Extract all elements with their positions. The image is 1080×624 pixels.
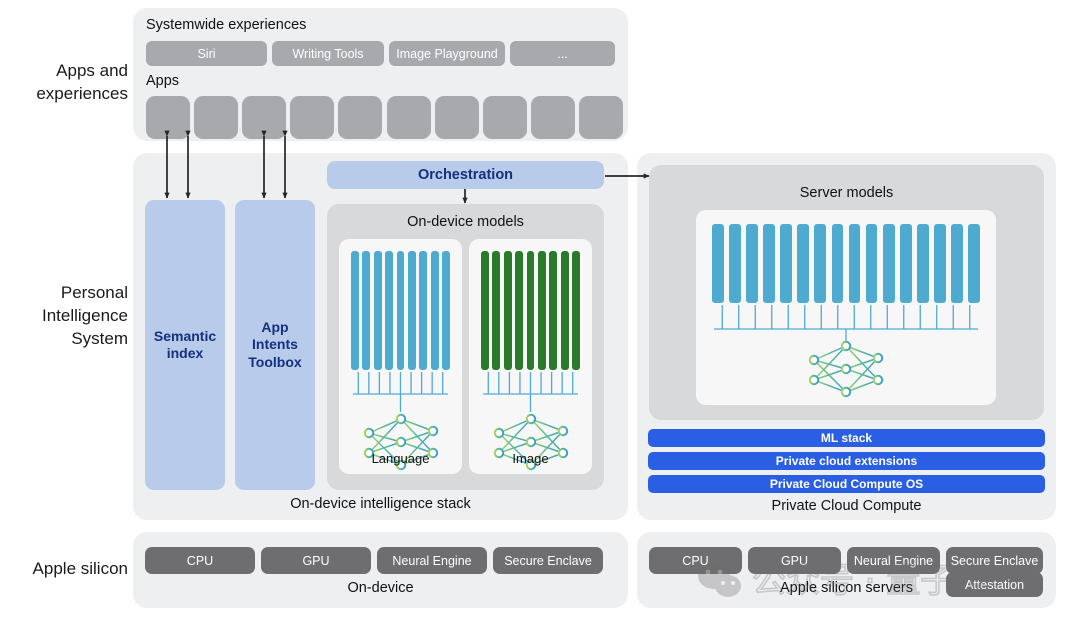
app-icon[interactable] bbox=[482, 96, 527, 139]
model-bar bbox=[797, 224, 810, 303]
systemwide-experiences-title: Systemwide experiences bbox=[146, 17, 307, 33]
semantic-index-column[interactable]: Semantic index bbox=[145, 200, 225, 490]
apps-title: Apps bbox=[146, 73, 180, 89]
personal-intelligence-panel: Semantic index App Intents Toolbox Orche… bbox=[133, 153, 628, 520]
private-cloud-compute-panel: Server models ML stack Private cloud ext… bbox=[637, 153, 1056, 520]
diagram-root: Apps and experiences Personal Intelligen… bbox=[0, 0, 1080, 624]
orchestration-bar[interactable]: Orchestration bbox=[327, 161, 604, 189]
row-label-silicon: Apple silicon bbox=[32, 559, 128, 578]
model-bar bbox=[430, 251, 439, 370]
on-device-models-title: On-device models bbox=[407, 214, 524, 230]
model-bar bbox=[526, 251, 535, 370]
model-bar bbox=[712, 224, 724, 303]
model-bar bbox=[934, 224, 946, 303]
app-icon[interactable] bbox=[434, 96, 479, 139]
model-bar bbox=[503, 251, 512, 370]
apple-silicon-servers-caption: Apple silicon servers bbox=[780, 580, 913, 596]
app-icon[interactable] bbox=[338, 96, 383, 139]
model-bar bbox=[882, 224, 895, 303]
on-device-stack-caption: On-device intelligence stack bbox=[290, 496, 471, 512]
silicon-pill-gpu[interactable]: GPU bbox=[261, 547, 371, 574]
ml-stack-bar[interactable]: ML stack bbox=[648, 429, 1045, 447]
systemwide-item-more[interactable]: ... bbox=[510, 41, 615, 66]
row-label-apps: Apps and experiences bbox=[36, 61, 128, 103]
private-cloud-compute-os-bar[interactable]: Private Cloud Compute OS bbox=[648, 475, 1045, 493]
server-model-card[interactable] bbox=[696, 210, 996, 405]
model-bar bbox=[351, 251, 359, 370]
model-bar bbox=[746, 224, 758, 303]
model-caption-language: Language bbox=[371, 451, 430, 466]
server-neural-net-icon bbox=[808, 340, 884, 398]
model-bar bbox=[492, 251, 501, 370]
row-label-pis: Personal Intelligence System bbox=[41, 283, 128, 348]
app-icon[interactable] bbox=[530, 96, 575, 139]
systemwide-item-image-playground[interactable]: Image Playground bbox=[389, 41, 505, 66]
language-bars bbox=[351, 251, 450, 370]
model-bar bbox=[848, 224, 861, 303]
server-models-title: Server models bbox=[799, 185, 894, 201]
server-silicon-pill-neural-engine[interactable]: Neural Engine bbox=[847, 547, 940, 574]
app-icon[interactable] bbox=[386, 96, 431, 139]
server-models-box: Server models bbox=[649, 165, 1044, 420]
model-caption-image: Image bbox=[512, 451, 549, 466]
private-cloud-extensions-bar[interactable]: Private cloud extensions bbox=[648, 452, 1045, 470]
model-bar bbox=[572, 251, 580, 370]
model-bar bbox=[831, 224, 844, 303]
model-card-image[interactable]: Image bbox=[469, 239, 592, 474]
silicon-pill-cpu[interactable]: CPU bbox=[145, 547, 255, 574]
model-bar bbox=[442, 251, 450, 370]
model-bar bbox=[549, 251, 558, 370]
model-bar bbox=[951, 224, 963, 303]
model-bar bbox=[396, 251, 405, 370]
on-device-models-box: On-device models Language Image bbox=[327, 204, 604, 490]
model-bar bbox=[362, 251, 371, 370]
apps-panel: Systemwide experiences Siri Writing Tool… bbox=[133, 8, 628, 141]
model-bar bbox=[916, 224, 929, 303]
server-silicon-pill-cpu[interactable]: CPU bbox=[649, 547, 742, 574]
model-bar bbox=[729, 224, 741, 303]
private-cloud-compute-caption: Private Cloud Compute bbox=[771, 498, 922, 514]
model-bar bbox=[385, 251, 393, 370]
model-bar bbox=[408, 251, 416, 370]
server-bars bbox=[712, 224, 980, 303]
model-bar bbox=[419, 251, 428, 370]
silicon-pill-secure-enclave[interactable]: Secure Enclave bbox=[493, 547, 603, 574]
model-bar bbox=[780, 224, 793, 303]
model-bar bbox=[373, 251, 382, 370]
model-bar bbox=[968, 224, 980, 303]
model-bar bbox=[515, 251, 523, 370]
model-bar bbox=[763, 224, 775, 303]
app-icon[interactable] bbox=[194, 96, 239, 139]
model-bar bbox=[865, 224, 878, 303]
model-bar bbox=[481, 251, 489, 370]
model-card-language[interactable]: Language bbox=[339, 239, 462, 474]
apple-silicon-servers-panel: CPU GPU Neural Engine Secure Enclave Att… bbox=[637, 532, 1056, 608]
model-bar bbox=[814, 224, 827, 303]
server-silicon-pill-secure-enclave[interactable]: Secure Enclave bbox=[946, 547, 1043, 574]
app-intents-toolbox-column[interactable]: App Intents Toolbox bbox=[235, 200, 315, 490]
app-icon[interactable] bbox=[242, 96, 287, 139]
app-icon[interactable] bbox=[290, 96, 335, 139]
image-bars bbox=[481, 251, 580, 370]
silicon-pill-neural-engine[interactable]: Neural Engine bbox=[377, 547, 487, 574]
model-bar bbox=[899, 224, 912, 303]
systemwide-item-siri[interactable]: Siri bbox=[146, 41, 267, 66]
model-bar bbox=[560, 251, 569, 370]
systemwide-item-writing-tools[interactable]: Writing Tools bbox=[272, 41, 384, 66]
app-icon[interactable] bbox=[578, 96, 623, 139]
ondevice-caption: On-device bbox=[347, 580, 414, 596]
server-silicon-pill-gpu[interactable]: GPU bbox=[748, 547, 841, 574]
app-icon[interactable] bbox=[146, 96, 190, 139]
apple-silicon-ondevice-panel: CPU GPU Neural Engine Secure Enclave On-… bbox=[133, 532, 628, 608]
model-bar bbox=[538, 251, 546, 370]
